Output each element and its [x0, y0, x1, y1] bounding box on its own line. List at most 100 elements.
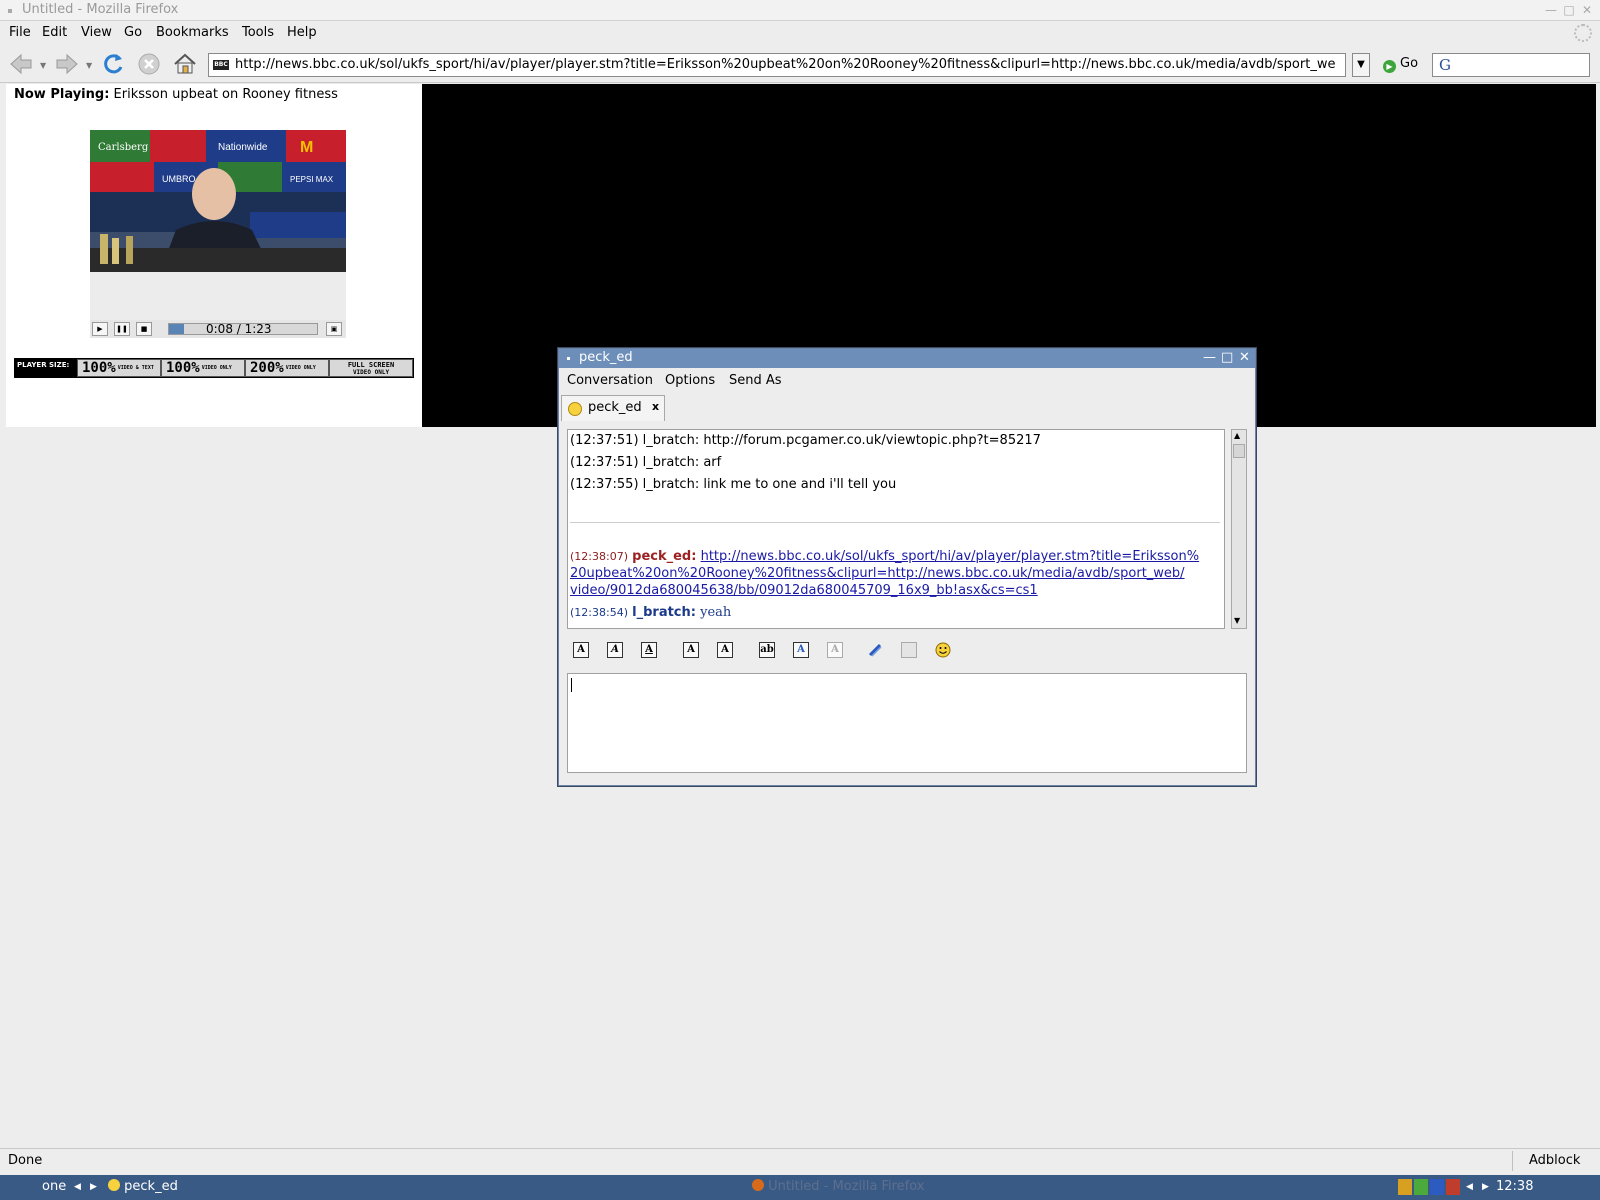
smaller-font-icon[interactable]: A — [717, 642, 733, 658]
larger-font-icon[interactable]: A — [683, 642, 699, 658]
taskbar-firefox-label: Untitled - Mozilla Firefox — [768, 1179, 925, 1194]
url-history-dropdown-icon[interactable]: ▼ — [1352, 53, 1370, 77]
message-link[interactable]: 20upbeat%20on%20Rooney%20fitness&clipurl… — [570, 566, 1185, 581]
bold-icon[interactable]: A — [573, 642, 589, 658]
player-size-label: PLAYER SIZE: — [15, 359, 77, 377]
underline-icon[interactable]: A — [641, 642, 657, 658]
smiley-icon[interactable] — [935, 642, 951, 658]
message-link[interactable]: video/9012da680045638/bb/09012da68004570… — [570, 583, 1038, 598]
window-menu-icon[interactable] — [567, 357, 570, 360]
search-box[interactable]: G — [1432, 53, 1590, 77]
google-search-engine-icon[interactable]: G — [1439, 56, 1451, 74]
scrollbar-thumb[interactable] — [1233, 444, 1245, 458]
maximize-icon[interactable]: □ — [1221, 351, 1233, 365]
size-option-value: 100% — [166, 360, 200, 376]
minimize-icon[interactable]: — — [1544, 3, 1558, 17]
now-playing-title: Eriksson upbeat on Rooney fitness — [113, 87, 338, 102]
stop-video-icon[interactable]: ■ — [136, 322, 152, 336]
tray-alert-icon[interactable] — [1446, 1179, 1460, 1195]
go-label: Go — [1400, 56, 1419, 71]
menu-edit[interactable]: Edit — [42, 25, 67, 40]
popout-icon[interactable]: ▣ — [326, 322, 342, 336]
url-text[interactable]: http://news.bbc.co.uk/sol/ukfs_sport/hi/… — [235, 57, 1335, 72]
tab-peck-ed[interactable]: peck_ed x — [561, 395, 665, 421]
minimize-icon[interactable]: — — [1203, 351, 1216, 365]
size-100-video-text-button[interactable]: 100% VIDEO & TEXT — [77, 359, 161, 377]
message-entry[interactable] — [567, 673, 1247, 773]
menu-file[interactable]: File — [9, 25, 31, 40]
tray-prev-icon[interactable]: ◀ — [1466, 1182, 1473, 1192]
menu-view[interactable]: View — [81, 25, 112, 40]
bbc-player-panel: Now Playing: Eriksson upbeat on Rooney f… — [6, 84, 422, 427]
adblock-button[interactable]: Adblock — [1512, 1151, 1600, 1171]
tray-check-icon[interactable] — [1414, 1179, 1428, 1195]
message-history[interactable]: (12:37:51) l_bratch: http://forum.pcgame… — [567, 429, 1225, 629]
maximize-icon[interactable]: □ — [1562, 3, 1576, 17]
menu-options[interactable]: Options — [665, 373, 715, 388]
tray-folder-icon[interactable] — [1398, 1179, 1412, 1195]
forward-icon[interactable] — [54, 51, 80, 77]
menu-conversation[interactable]: Conversation — [567, 373, 653, 388]
menu-tools[interactable]: Tools — [242, 25, 274, 40]
video-frame[interactable]: Carlsberg Nationwide UMBRO PEPSI MAX M — [90, 130, 346, 272]
menu-bookmarks[interactable]: Bookmarks — [156, 25, 229, 40]
font-face-icon[interactable]: ab — [759, 642, 775, 658]
tab-close-icon[interactable]: x — [652, 400, 659, 413]
scroll-up-icon[interactable]: ▲ — [1234, 431, 1240, 440]
reload-icon[interactable] — [100, 51, 126, 77]
message-link[interactable]: http://news.bbc.co.uk/sol/ukfs_sport/hi/… — [701, 549, 1200, 564]
menu-send-as[interactable]: Send As — [729, 373, 782, 388]
now-playing: Now Playing: Eriksson upbeat on Rooney f… — [14, 87, 338, 102]
pause-icon[interactable]: ❚❚ — [114, 322, 130, 336]
foreground-color-icon[interactable]: A — [793, 642, 809, 658]
message-link-continuation: video/9012da680045638/bb/09012da68004570… — [570, 583, 1038, 598]
size-option-value: 200% — [250, 360, 284, 376]
history-scrollbar[interactable]: ▲ ▼ — [1231, 429, 1247, 629]
history-line: (12:37:51) l_bratch: arf — [570, 455, 722, 470]
size-200-video-only-button[interactable]: 200% VIDEO ONLY — [245, 359, 329, 377]
italic-icon[interactable]: A — [607, 642, 623, 658]
back-icon[interactable] — [8, 51, 34, 77]
player-size-row: PLAYER SIZE: 100% VIDEO & TEXT 100% VIDEO … — [14, 358, 414, 378]
insert-image-icon[interactable] — [901, 642, 917, 658]
banner-umbro: UMBRO — [162, 174, 196, 184]
taskbar: one ◀ ▶ peck_ed Untitled - Mozilla Firef… — [0, 1175, 1600, 1200]
menu-go[interactable]: Go — [124, 25, 142, 40]
window-menu-icon[interactable] — [8, 9, 12, 13]
menu-help[interactable]: Help — [287, 25, 317, 40]
background-color-icon[interactable]: A — [827, 642, 843, 658]
message-timestamp: (12:38:07) — [570, 550, 628, 563]
message-peck-ed: (12:38:07) peck_ed: http://news.bbc.co.u… — [570, 549, 1199, 564]
tab-label: peck_ed — [588, 400, 642, 415]
size-100-video-only-button[interactable]: 100% VIDEO ONLY — [161, 359, 245, 377]
close-icon[interactable]: ✕ — [1239, 351, 1250, 365]
video-still-image: Carlsberg Nationwide UMBRO PEPSI MAX M — [90, 130, 346, 272]
navigation-toolbar: ▼ ▼ BBC http://news.bbc.co.uk/sol/ukfs_s… — [0, 45, 1600, 83]
taskbar-pidgin[interactable]: peck_ed — [108, 1179, 178, 1194]
size-full-screen-button[interactable]: FULL SCREEN VIDEO ONLY — [329, 359, 413, 377]
back-history-dropdown-icon[interactable]: ▼ — [40, 61, 46, 70]
close-icon[interactable]: ✕ — [1580, 3, 1594, 17]
play-icon[interactable]: ▶ — [92, 322, 108, 336]
forward-history-dropdown-icon[interactable]: ▼ — [86, 61, 92, 70]
message-nick: l_bratch: — [632, 605, 696, 620]
go-button[interactable]: ▶ Go — [1383, 56, 1418, 73]
taskbar-firefox[interactable]: Untitled - Mozilla Firefox — [752, 1179, 924, 1194]
message-nick: peck_ed: — [632, 549, 697, 564]
workspace-next-icon[interactable]: ▶ — [90, 1182, 97, 1192]
conversation-window: peck_ed — □ ✕ Conversation Options Send … — [558, 348, 1256, 786]
banner-mcdonalds: M — [300, 139, 313, 156]
stop-icon[interactable] — [136, 51, 162, 77]
url-bar[interactable]: BBC http://news.bbc.co.uk/sol/ukfs_sport… — [208, 53, 1346, 77]
firefox-icon — [752, 1179, 764, 1191]
workspace-name[interactable]: one — [42, 1179, 66, 1194]
tray-network-icon[interactable] — [1430, 1179, 1444, 1195]
conversation-titlebar[interactable]: peck_ed — □ ✕ — [559, 349, 1255, 368]
banner-carlsberg: Carlsberg — [98, 142, 149, 153]
scroll-down-icon[interactable]: ▼ — [1234, 616, 1240, 625]
workspace-prev-icon[interactable]: ◀ — [74, 1182, 81, 1192]
home-icon[interactable] — [172, 51, 198, 77]
tray-next-icon[interactable]: ▶ — [1482, 1182, 1489, 1192]
insert-link-icon[interactable] — [867, 642, 883, 658]
conversation-window-title: peck_ed — [579, 350, 633, 365]
